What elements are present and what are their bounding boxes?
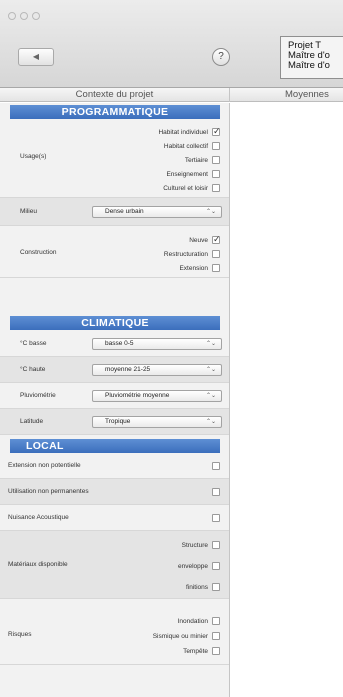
risques-label: Risques <box>8 631 32 638</box>
utilisation-non-permanentes-label: Utilisation non permanentes <box>8 488 89 495</box>
checkbox[interactable] <box>212 234 221 244</box>
checkbox[interactable] <box>212 462 220 470</box>
materiaux-group: Matériaux disponible Structure enveloppe… <box>0 531 229 599</box>
close-window-button[interactable] <box>8 12 16 20</box>
temp-basse-group: °C basse basse 0-5 ⌃⌄ <box>0 331 229 357</box>
usage-option-habitat-individuel[interactable]: Habitat individuel <box>158 126 221 137</box>
pluviometrie-select[interactable]: Pluviométrie moyenne ⌃⌄ <box>92 390 222 402</box>
select-arrows-icon: ⌃⌄ <box>205 393 216 399</box>
minimize-window-button[interactable] <box>20 12 28 20</box>
risques-group: Risques Inondation Sismique ou minier Te… <box>0 599 229 665</box>
checkbox[interactable] <box>212 170 220 178</box>
checkbox[interactable] <box>212 488 220 496</box>
back-button[interactable]: ◀ <box>18 48 54 66</box>
latitude-group: Latitude Tropique ⌃⌄ <box>0 409 229 435</box>
checkbox[interactable] <box>212 583 220 591</box>
construction-label: Construction <box>20 249 57 256</box>
checkbox[interactable] <box>212 250 220 258</box>
risques-option-sismique[interactable]: Sismique ou minier <box>153 631 220 641</box>
toolbar: ◀ ? Projet T Maître d'o Maître d'o <box>0 0 343 88</box>
latitude-label: Latitude <box>20 418 44 425</box>
select-arrows-icon: ⌃⌄ <box>205 367 216 373</box>
pluviometrie-label: Pluviométrie <box>20 392 56 399</box>
checkbox[interactable] <box>212 142 220 150</box>
construction-option-extension[interactable]: Extension <box>179 263 220 273</box>
checkbox[interactable] <box>212 514 220 522</box>
checkbox[interactable] <box>212 156 220 164</box>
context-sidebar: PROGRAMMATIQUE Usage(s) Habitat individu… <box>0 103 230 697</box>
extension-non-potentielle-row[interactable]: Extension non potentielle <box>0 453 229 479</box>
section-header-climatique: CLIMATIQUE <box>10 316 220 330</box>
zoom-window-button[interactable] <box>32 12 40 20</box>
column-header-moyennes[interactable]: Moyennes <box>231 88 343 102</box>
extension-non-potentielle-label: Extension non potentielle <box>8 462 81 469</box>
nuisance-acoustique-label: Nuisance Acoustique <box>8 514 69 521</box>
checkbox[interactable] <box>212 632 220 640</box>
usage-option-habitat-collectif[interactable]: Habitat collectif <box>164 141 220 151</box>
utilisation-non-permanentes-row[interactable]: Utilisation non permanentes <box>0 479 229 505</box>
risques-option-tempete[interactable]: Tempête <box>183 646 220 656</box>
materiaux-option-finitions[interactable]: finitions <box>186 582 220 592</box>
materiaux-option-structure[interactable]: Structure <box>182 540 220 550</box>
construction-group: Construction Neuve Restructuration Exten… <box>0 226 229 278</box>
temp-basse-label: °C basse <box>20 340 47 347</box>
select-arrows-icon: ⌃⌄ <box>205 341 216 347</box>
checkbox[interactable] <box>212 184 220 192</box>
construction-option-neuve[interactable]: Neuve <box>189 234 221 245</box>
risques-option-inondation[interactable]: Inondation <box>178 616 220 626</box>
app-window: ◀ ? Projet T Maître d'o Maître d'o Conte… <box>0 0 343 697</box>
checkbox[interactable] <box>212 562 220 570</box>
section-header-local: LOCAL <box>10 439 220 453</box>
materiaux-label: Matériaux disponible <box>8 561 68 568</box>
checkbox[interactable] <box>212 647 220 655</box>
select-arrows-icon: ⌃⌄ <box>205 419 216 425</box>
temp-basse-select[interactable]: basse 0-5 ⌃⌄ <box>92 338 222 350</box>
checkbox[interactable] <box>212 541 220 549</box>
temp-haute-label: °C haute <box>20 366 46 373</box>
usage-option-enseignement[interactable]: Enseignement <box>166 169 220 179</box>
latitude-select[interactable]: Tropique ⌃⌄ <box>92 416 222 428</box>
milieu-select[interactable]: Dense urbain ⌃⌄ <box>92 206 222 218</box>
project-owner-line: Maître d'o <box>288 60 330 71</box>
moyennes-panel <box>231 103 343 697</box>
pluviometrie-group: Pluviométrie Pluviométrie moyenne ⌃⌄ <box>0 383 229 409</box>
select-arrows-icon: ⌃⌄ <box>205 209 216 215</box>
column-headers: Contexte du projet Moyennes <box>0 88 343 102</box>
materiaux-option-enveloppe[interactable]: enveloppe <box>178 561 220 571</box>
temp-haute-select[interactable]: moyenne 21-25 ⌃⌄ <box>92 364 222 376</box>
milieu-label: Milieu <box>20 208 37 215</box>
back-arrow-icon: ◀ <box>32 52 40 61</box>
question-mark-icon: ? <box>218 51 224 62</box>
usage-label: Usage(s) <box>20 153 47 160</box>
construction-option-restructuration[interactable]: Restructuration <box>164 249 220 259</box>
usage-option-tertiaire[interactable]: Tertiaire <box>185 155 220 165</box>
checkbox[interactable] <box>212 617 220 625</box>
temp-haute-group: °C haute moyenne 21-25 ⌃⌄ <box>0 357 229 383</box>
nuisance-acoustique-row[interactable]: Nuisance Acoustique <box>0 505 229 531</box>
usage-option-culturel-loisir[interactable]: Culturel et loisir <box>163 183 220 193</box>
project-info-box: Projet T Maître d'o Maître d'o <box>280 36 343 79</box>
checkbox[interactable] <box>212 126 221 136</box>
milieu-group: Milieu Dense urbain ⌃⌄ <box>0 198 229 226</box>
usage-group: Usage(s) Habitat individuel Habitat coll… <box>0 120 229 198</box>
checkbox[interactable] <box>212 264 220 272</box>
section-header-programmatique: PROGRAMMATIQUE <box>10 105 220 119</box>
help-button[interactable]: ? <box>212 48 230 66</box>
column-header-contexte[interactable]: Contexte du projet <box>0 88 230 102</box>
